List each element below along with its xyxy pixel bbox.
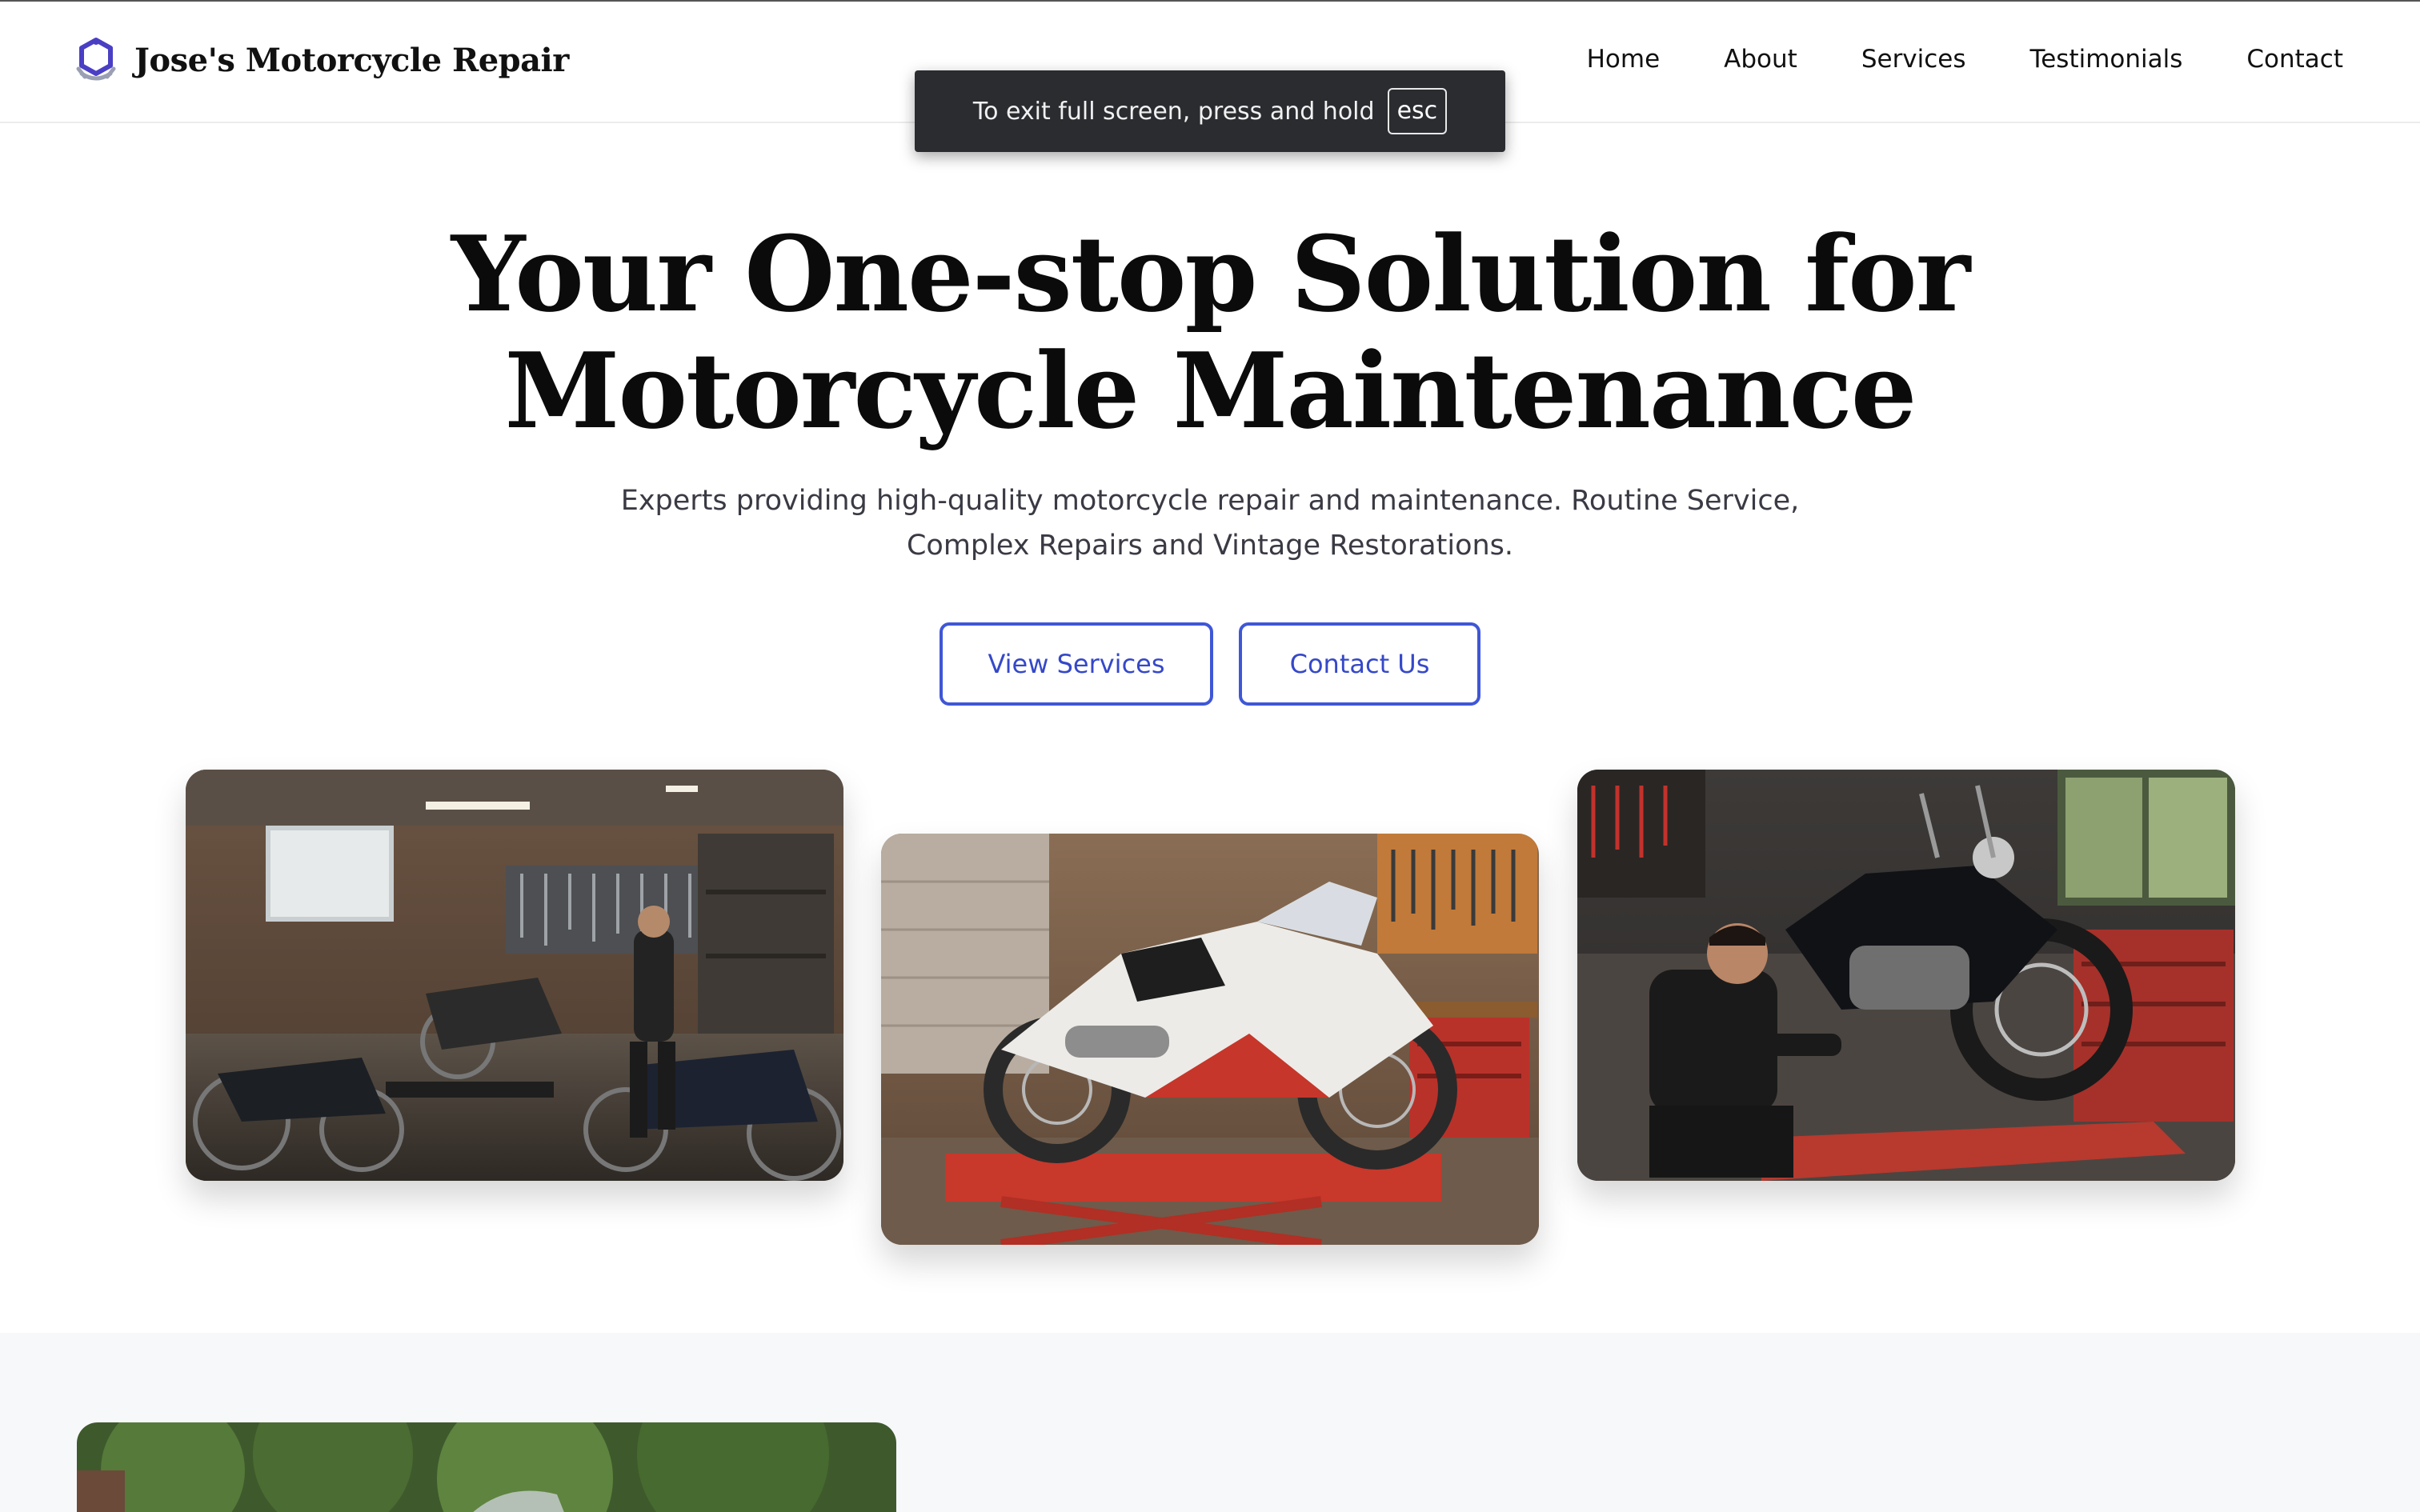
brand-name: Jose's Motorcycle Repair [134, 41, 569, 79]
toast-message: To exit full screen, press and hold [972, 97, 1375, 126]
mechanic-working-on-cruiser-photo [1577, 770, 2235, 1181]
view-services-button[interactable]: View Services [940, 622, 1213, 706]
fullscreen-exit-toast: To exit full screen, press and hold esc [915, 70, 1505, 152]
contact-us-button[interactable]: Contact Us [1239, 622, 1480, 706]
garage-with-classic-motorcycles-photo [186, 770, 843, 1181]
esc-key-badge: esc [1387, 88, 1448, 134]
hero-subtitle-line2: Complex Repairs and Vintage Restorations… [906, 530, 1514, 562]
hero-buttons: View Services Contact Us [0, 622, 2420, 706]
nav-contact[interactable]: Contact [2246, 45, 2343, 74]
hero-title-line1: Your One-stop Solution for [451, 213, 1971, 335]
nav-testimonials[interactable]: Testimonials [2030, 45, 2183, 74]
page: Jose's Motorcycle Repair Home About Serv… [0, 0, 2420, 1512]
hero-title-line2: Motorcycle Maintenance [504, 330, 1917, 452]
brand[interactable]: Jose's Motorcycle Repair [75, 37, 569, 83]
nav-services[interactable]: Services [1861, 45, 1966, 74]
nav-home[interactable]: Home [1587, 45, 1661, 74]
main-nav: Home About Services Testimonials Contact [1587, 45, 2343, 74]
wrench-gear-icon [76, 38, 116, 81]
sport-bike-on-red-lift-photo [881, 834, 1539, 1245]
hero-subtitle-line1: Experts providing high-quality motorcycl… [620, 485, 1800, 517]
about-section [0, 1333, 2420, 1512]
outdoor-trees-photo [77, 1422, 896, 1512]
hero-title: Your One-stop Solution for Motorcycle Ma… [0, 216, 2420, 450]
hero-subtitle: Experts providing high-quality motorcycl… [608, 478, 1812, 568]
nav-about[interactable]: About [1724, 45, 1797, 74]
